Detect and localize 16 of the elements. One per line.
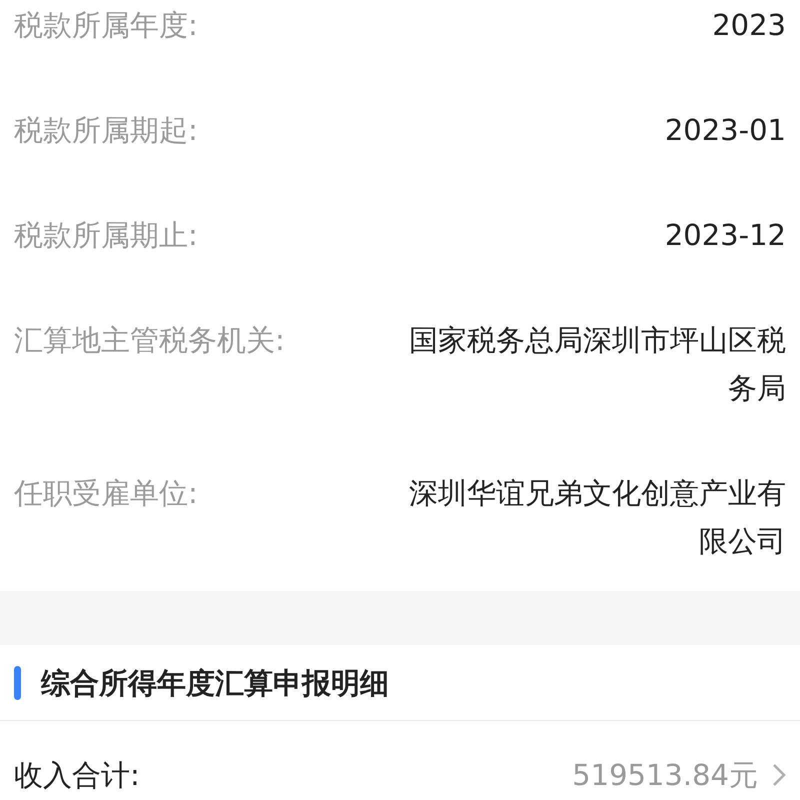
field-label: 税款所属期止:: [14, 217, 198, 254]
section-title: 综合所得年度汇算申报明细: [41, 664, 389, 702]
field-label: 收入合计:: [14, 757, 140, 794]
chevron-right-icon: [772, 763, 786, 787]
accent-bar: [14, 666, 21, 700]
field-label: 汇算地主管税务机关:: [14, 322, 285, 359]
field-value: 519513.84元: [572, 757, 758, 794]
summary-row[interactable]: 收入合计: 519513.84元: [14, 721, 786, 800]
field-label: 税款所属年度:: [14, 7, 198, 44]
field-label: 任职受雇单位:: [14, 475, 198, 512]
field-value: 2023: [712, 7, 786, 44]
field-value: 2023-12: [664, 217, 786, 254]
field-label: 税款所属期起:: [14, 112, 198, 149]
field-value: 国家税务总局深圳市坪山区税务局: [408, 322, 786, 407]
field-value: 深圳华谊兄弟文化创意产业有限公司: [408, 475, 786, 560]
field-value: 2023-01: [664, 112, 786, 149]
